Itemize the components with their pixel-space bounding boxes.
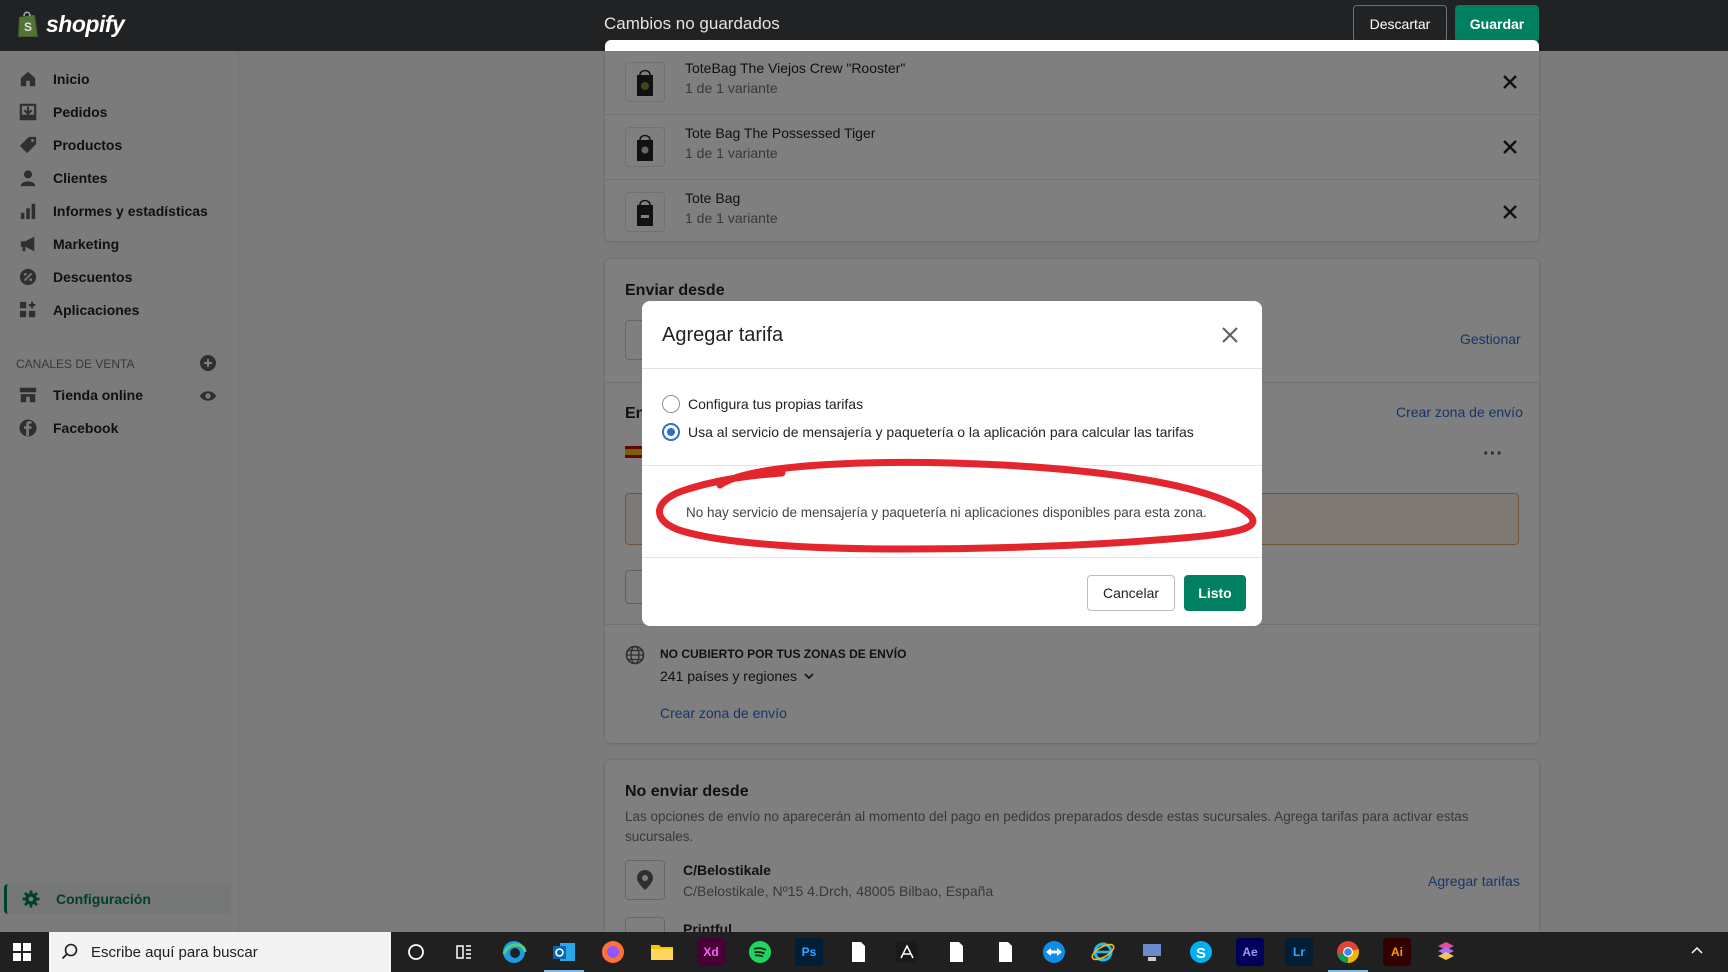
skype-icon[interactable]: S <box>1187 938 1215 966</box>
spotify-icon[interactable] <box>746 938 774 966</box>
acrobat-icon[interactable] <box>893 938 921 966</box>
adobe-xd-icon[interactable]: Xd <box>697 938 725 966</box>
chrome-icon[interactable] <box>1334 938 1362 966</box>
done-button[interactable]: Listo <box>1184 575 1246 611</box>
shopify-logo[interactable]: S shopify <box>16 9 125 39</box>
illustrator-icon[interactable]: Ai <box>1383 938 1411 966</box>
after-effects-icon[interactable]: Ae <box>1236 938 1264 966</box>
internet-explorer-icon[interactable] <box>1089 938 1117 966</box>
tray-chevron-up-icon[interactable] <box>1690 944 1704 958</box>
firefox-icon[interactable] <box>599 938 627 966</box>
radio-button-selected[interactable] <box>662 423 680 441</box>
save-button[interactable]: Guardar <box>1455 5 1539 42</box>
radio-label: Usa al servicio de mensajería y paqueter… <box>688 424 1194 440</box>
svg-text:S: S <box>1196 945 1206 962</box>
document-icon-2[interactable] <box>942 938 970 966</box>
svg-text:S: S <box>24 20 32 34</box>
shopify-bag-icon: S <box>18 11 38 37</box>
network-app-icon[interactable] <box>1138 938 1166 966</box>
file-explorer-icon[interactable] <box>648 938 676 966</box>
close-icon[interactable] <box>1218 323 1242 347</box>
teamviewer-icon[interactable] <box>1040 938 1068 966</box>
modal-title: Agregar tarifa <box>662 324 784 346</box>
divider <box>642 557 1262 558</box>
radio-option-carrier[interactable]: Usa al servicio de mensajería y paqueter… <box>662 423 1194 441</box>
radio-option-own-rates[interactable]: Configura tus propias tarifas <box>662 395 863 413</box>
photoshop-icon[interactable]: Ps <box>795 938 823 966</box>
stack-app-icon[interactable] <box>1432 938 1460 966</box>
add-rate-modal: Agregar tarifa Configura tus propias tar… <box>642 301 1262 626</box>
document-icon-3[interactable] <box>991 938 1019 966</box>
search-icon <box>61 943 78 960</box>
logo-text: shopify <box>46 10 125 37</box>
lightroom-icon[interactable]: Lr <box>1285 938 1313 966</box>
windows-taskbar: Escribe aquí para buscar Xd Ps S Ae Lr A… <box>0 932 1728 972</box>
cortana-icon[interactable] <box>402 938 430 966</box>
search-placeholder: Escribe aquí para buscar <box>91 943 258 961</box>
radio-button[interactable] <box>662 395 680 413</box>
modal-header: Agregar tarifa <box>642 301 1262 369</box>
discard-button[interactable]: Descartar <box>1353 5 1447 42</box>
red-annotation-circle <box>656 458 1257 553</box>
unsaved-changes-label: Cambios no guardados <box>604 14 780 33</box>
task-view-icon[interactable] <box>450 938 478 966</box>
edge-browser-icon[interactable] <box>500 938 528 966</box>
cancel-button[interactable]: Cancelar <box>1087 575 1175 611</box>
document-icon[interactable] <box>844 938 872 966</box>
radio-label: Configura tus propias tarifas <box>688 396 864 412</box>
taskbar-search-box[interactable]: Escribe aquí para buscar <box>49 932 391 972</box>
windows-start-icon[interactable] <box>12 942 32 962</box>
outlook-icon[interactable] <box>550 938 578 966</box>
